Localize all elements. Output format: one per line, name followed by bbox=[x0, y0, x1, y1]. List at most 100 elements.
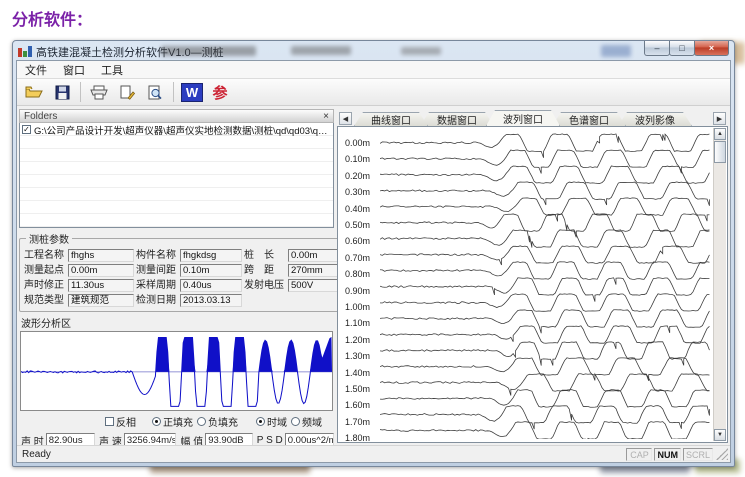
checkbox-icon[interactable]: ✓ bbox=[22, 125, 31, 134]
freq-domain-radio[interactable]: 频域 bbox=[291, 414, 322, 429]
word-report-button[interactable]: W bbox=[179, 81, 205, 104]
scroll-up-icon[interactable]: ▲ bbox=[714, 128, 726, 140]
psd-field[interactable]: 0.00us^2/m bbox=[285, 433, 334, 445]
menu-item-0[interactable]: 文件 bbox=[17, 60, 55, 80]
menu-item-2[interactable]: 工具 bbox=[93, 60, 131, 80]
param-field[interactable]: 建筑规范 bbox=[68, 294, 134, 307]
folder-item[interactable]: ✓G:\公司产品设计开发\超声仪器\超声仪实地检测数据\测桩\qd\qd03\q… bbox=[20, 123, 333, 136]
param-field[interactable]: 0.00m bbox=[68, 264, 134, 277]
depth-label: 0.90m bbox=[345, 286, 370, 296]
param-field[interactable]: fhgkdsg bbox=[180, 249, 242, 262]
menu-item-1[interactable]: 窗口 bbox=[55, 60, 93, 80]
reference-params-button[interactable]: 参 bbox=[207, 81, 233, 104]
param-field[interactable]: 0.10m bbox=[180, 264, 242, 277]
tab-0[interactable]: 曲线窗口 bbox=[354, 112, 428, 126]
param-field[interactable]: 0.00m bbox=[288, 249, 342, 262]
save-icon bbox=[55, 85, 70, 100]
depth-label: 0.10m bbox=[345, 154, 370, 164]
resize-grip-icon[interactable] bbox=[716, 448, 728, 460]
titlebar-glass-artifact bbox=[291, 46, 351, 55]
param-field[interactable]: 0.40us bbox=[180, 279, 242, 292]
depth-label: 0.70m bbox=[345, 253, 370, 263]
toolbar-separator bbox=[80, 82, 81, 102]
depth-label: 0.50m bbox=[345, 220, 370, 230]
open-file-button[interactable] bbox=[21, 81, 47, 104]
time-domain-radio[interactable]: 时域 bbox=[256, 414, 287, 429]
checkbox-icon bbox=[105, 417, 114, 426]
positive-fill-radio[interactable]: 正填充 bbox=[152, 414, 193, 429]
tabbar: ◀ 曲线窗口数据窗口波列窗口色谱窗口波列影像 ▶ bbox=[337, 109, 728, 126]
depth-label: 0.40m bbox=[345, 204, 370, 214]
export-button[interactable] bbox=[114, 81, 140, 104]
negative-fill-radio[interactable]: 负填充 bbox=[197, 414, 238, 429]
param-label: 跨 距 bbox=[244, 264, 286, 277]
status-indicators: CAPNUMSCRL bbox=[626, 448, 713, 461]
tab-scroll-right-icon[interactable]: ▶ bbox=[713, 112, 726, 125]
tab-4[interactable]: 波列影像 bbox=[618, 112, 692, 126]
invert-checkbox[interactable]: 反相 bbox=[105, 414, 136, 429]
folder-path: G:\公司产品设计开发\超声仪器\超声仪实地检测数据\测桩\qd\qd03\qd… bbox=[34, 123, 331, 137]
close-panel-icon[interactable]: × bbox=[323, 111, 329, 122]
open-folder-icon bbox=[25, 85, 43, 99]
status-indicator-cap: CAP bbox=[626, 448, 652, 461]
pile-params-title: 测桩参数 bbox=[26, 231, 72, 246]
vertical-scrollbar[interactable]: ▲ ▼ bbox=[713, 128, 726, 441]
toolbar-separator bbox=[173, 82, 174, 102]
save-button[interactable] bbox=[49, 81, 75, 104]
depth-label: 0.80m bbox=[345, 269, 370, 279]
param-label: 桩 长 bbox=[244, 249, 286, 262]
depth-label: 1.80m bbox=[345, 433, 370, 443]
sound-velocity-field[interactable]: 3256.94m/s bbox=[124, 433, 177, 445]
status-indicator-scrl: SCRL bbox=[683, 448, 713, 461]
wave-display-controls: 反相 正填充 负填充 bbox=[19, 413, 334, 429]
analysis-area-title: 波形分析区 bbox=[21, 315, 334, 330]
left-panel: Folders × ✓G:\公司产品设计开发\超声仪器\超声仪实地检测数据\测桩… bbox=[19, 109, 334, 443]
depth-label: 0.60m bbox=[345, 236, 370, 246]
param-field[interactable]: fhghs bbox=[68, 249, 134, 262]
param-field[interactable]: 11.30us bbox=[68, 279, 134, 292]
param-label: 构件名称 bbox=[136, 249, 178, 262]
time-domain-label: 时域 bbox=[267, 414, 287, 429]
param-field[interactable]: 500V bbox=[288, 279, 342, 292]
wave-traces bbox=[380, 131, 711, 439]
close-button[interactable]: × bbox=[694, 41, 729, 56]
waveform-analysis-plot[interactable] bbox=[20, 331, 333, 411]
tab-2[interactable]: 波列窗口 bbox=[486, 110, 560, 126]
doc-pen-icon bbox=[119, 85, 135, 100]
depth-label: 0.30m bbox=[345, 187, 370, 197]
psd-label: P S D bbox=[257, 435, 283, 446]
wave-train-panel[interactable]: 0.00m0.10m0.20m0.30m0.40m0.50m0.60m0.70m… bbox=[337, 126, 728, 443]
status-text: Ready bbox=[19, 449, 51, 460]
depth-label: 1.00m bbox=[345, 302, 370, 312]
depth-label: 1.60m bbox=[345, 400, 370, 410]
menubar: 文件窗口工具 bbox=[17, 61, 730, 79]
tab-3[interactable]: 色谱窗口 bbox=[552, 112, 626, 126]
analysis-waveform bbox=[21, 332, 332, 410]
amplitude-label: 幅 值 bbox=[180, 433, 203, 446]
titlebar[interactable]: 高铁建混凝土检测分析软件V1.0—测桩 –□× bbox=[16, 43, 731, 60]
page-title: 分析软件： bbox=[12, 6, 92, 30]
param-label: 测量起点 bbox=[24, 264, 66, 277]
negative-fill-label: 负填充 bbox=[208, 414, 238, 429]
statusbar: Ready CAPNUMSCRL bbox=[17, 445, 730, 462]
pile-params-group: 测桩参数 工程名称fhghs构件名称fhgkdsg桩 长0.00m测量起点0.0… bbox=[19, 231, 347, 312]
sound-time-field[interactable]: 82.90us bbox=[46, 433, 95, 445]
tab-scroll-left-icon[interactable]: ◀ bbox=[339, 112, 352, 125]
sound-velocity-label: 声 速 bbox=[99, 433, 122, 446]
maximize-button[interactable]: □ bbox=[669, 41, 695, 56]
minimize-button[interactable]: – bbox=[644, 41, 670, 56]
app-window: 高铁建混凝土检测分析软件V1.0—测桩 –□× 文件窗口工具 bbox=[12, 40, 735, 467]
param-label bbox=[244, 294, 286, 307]
preview-button[interactable] bbox=[142, 81, 168, 104]
param-field[interactable]: 2013.03.13 bbox=[180, 294, 242, 307]
client-area: 文件窗口工具 bbox=[16, 60, 731, 463]
scroll-down-icon[interactable]: ▼ bbox=[714, 429, 726, 441]
print-button[interactable] bbox=[86, 81, 112, 104]
depth-label: 1.10m bbox=[345, 318, 370, 328]
param-field[interactable]: 270mm bbox=[288, 264, 342, 277]
tab-1[interactable]: 数据窗口 bbox=[420, 112, 494, 126]
param-label: 采样周期 bbox=[136, 279, 178, 292]
scrollbar-thumb[interactable] bbox=[714, 141, 726, 163]
depth-label: 1.30m bbox=[345, 351, 370, 361]
amplitude-field[interactable]: 93.90dB bbox=[205, 433, 253, 445]
